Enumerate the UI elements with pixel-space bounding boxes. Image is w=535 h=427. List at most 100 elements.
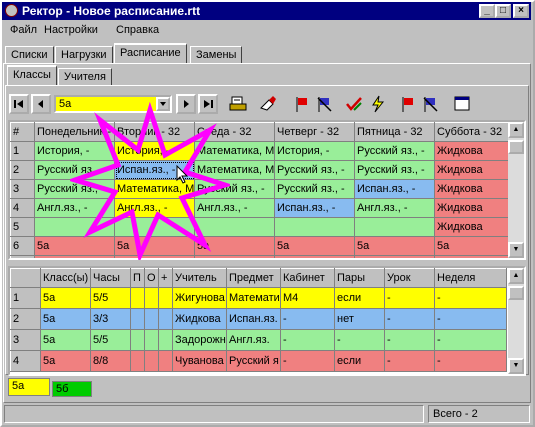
load-header-cell[interactable] (10, 268, 41, 288)
lightning-button[interactable] (368, 94, 388, 114)
menu-file[interactable]: Файл (10, 24, 37, 36)
schedule-cell[interactable]: Жидкова (434, 179, 511, 199)
load-cell[interactable]: 8/8 (90, 350, 131, 372)
load-cell[interactable] (144, 287, 159, 309)
prev-button[interactable] (31, 94, 51, 114)
schedule-scrollbar[interactable]: ▲ ▼ (508, 122, 524, 258)
load-cell[interactable] (144, 350, 159, 372)
load-cell[interactable]: Жидкова (172, 308, 227, 330)
load-row[interactable]: 4 5а 8/8 Чуванова Русский я - если - - (10, 350, 507, 372)
minimize-button[interactable]: _ (479, 4, 495, 18)
load-cell[interactable] (130, 308, 145, 330)
check-button[interactable] (344, 94, 364, 114)
load-cell[interactable]: 5а (40, 329, 91, 351)
load-header-cell[interactable]: Пары (334, 268, 385, 288)
load-header-cell[interactable]: Учитель (172, 268, 227, 288)
load-cell[interactable] (144, 329, 159, 351)
load-cell[interactable]: Испан.яз. (226, 308, 281, 330)
flag-cross2-button[interactable] (420, 94, 440, 114)
load-cell[interactable]: если (334, 350, 385, 372)
load-header-cell[interactable]: + (158, 268, 173, 288)
class-tab-5b[interactable]: 5б (52, 381, 92, 397)
tab-teachers[interactable]: Учителя (58, 68, 112, 85)
load-cell[interactable]: - (434, 308, 507, 330)
schedule-cell[interactable] (354, 217, 435, 237)
schedule-header-cell[interactable]: Четверг - 32 (274, 122, 355, 142)
load-cell[interactable]: - (384, 329, 435, 351)
load-cell[interactable]: Математи (226, 287, 281, 309)
load-row[interactable]: 3 5а 5/5 Задорожн Англ.яз. - - - - (10, 329, 507, 351)
schedule-cell[interactable]: Русский яз., - (354, 141, 435, 161)
window-button[interactable] (452, 94, 472, 114)
close-button[interactable]: × (513, 4, 529, 18)
schedule-header-cell[interactable]: # (10, 122, 35, 142)
load-cell[interactable] (144, 308, 159, 330)
schedule-cell[interactable]: 5а (274, 236, 355, 256)
tab-schedule[interactable]: Расписание (114, 43, 187, 63)
schedule-cell[interactable]: 5а (354, 236, 435, 256)
load-cell[interactable]: Русский я (226, 350, 281, 372)
load-header-cell[interactable]: Кабинет (280, 268, 335, 288)
load-cell[interactable]: 5а (40, 350, 91, 372)
load-header-cell[interactable]: О (144, 268, 159, 288)
maximize-button[interactable]: □ (495, 4, 511, 18)
tab-replacements[interactable]: Замены (190, 46, 243, 63)
load-cell[interactable] (130, 329, 145, 351)
schedule-header-cell[interactable]: Суббота - 32 (434, 122, 511, 142)
load-cell[interactable] (130, 350, 145, 372)
load-cell[interactable]: 5а (40, 308, 91, 330)
load-cell[interactable] (130, 287, 145, 309)
load-cell[interactable]: 3/3 (90, 308, 131, 330)
flag2-button[interactable] (398, 94, 418, 114)
class-tab-5a[interactable]: 5а (8, 378, 50, 396)
tab-classes[interactable]: Классы (7, 65, 57, 85)
tab-lists[interactable]: Списки (5, 46, 54, 63)
menu-settings[interactable]: Настройки (44, 24, 98, 36)
load-cell[interactable] (158, 308, 173, 330)
load-cell[interactable]: Жигунова (172, 287, 227, 309)
schedule-header-cell[interactable]: Пятница - 32 (354, 122, 435, 142)
load-header-cell[interactable]: П (130, 268, 145, 288)
schedule-cell[interactable]: История, - (274, 141, 355, 161)
load-cell[interactable] (158, 287, 173, 309)
schedule-cell[interactable]: 5а (434, 236, 511, 256)
load-cell[interactable]: Задорожн (172, 329, 227, 351)
load-cell[interactable]: - (280, 308, 335, 330)
load-cell[interactable]: нет (334, 308, 385, 330)
load-cell[interactable]: 5/5 (90, 329, 131, 351)
schedule-cell[interactable]: Жидкова (434, 160, 511, 180)
load-scrollbar[interactable]: ▲ ▼ (508, 268, 524, 374)
schedule-cell[interactable]: 5а (354, 255, 435, 258)
load-cell[interactable]: - (434, 287, 507, 309)
schedule-cell[interactable]: Русский яз., - (274, 179, 355, 199)
tab-loads[interactable]: Нагрузки (55, 46, 113, 63)
load-header-cell[interactable]: Предмет (226, 268, 281, 288)
load-cell[interactable]: - (280, 329, 335, 351)
schedule-cell[interactable]: Русский яз., - (354, 160, 435, 180)
schedule-cell[interactable]: Жидкова (434, 217, 511, 237)
load-cell[interactable]: если (334, 287, 385, 309)
load-cell[interactable]: 5а (40, 287, 91, 309)
load-cell[interactable]: 5/5 (90, 287, 131, 309)
load-cell[interactable]: Чуванова (172, 350, 227, 372)
load-cell[interactable]: - (384, 350, 435, 372)
schedule-cell[interactable]: Англ.яз., - (354, 198, 435, 218)
flag-button[interactable] (292, 94, 312, 114)
schedule-cell[interactable]: Испан.яз., - (354, 179, 435, 199)
print-button[interactable] (228, 94, 248, 114)
load-cell[interactable]: - (434, 350, 507, 372)
load-header-cell[interactable]: Класс(ы) (40, 268, 91, 288)
flag-cross-button[interactable] (314, 94, 334, 114)
load-cell[interactable]: - (384, 287, 435, 309)
load-header-cell[interactable]: Часы (90, 268, 131, 288)
schedule-cell[interactable]: 5а (434, 255, 511, 258)
load-cell[interactable] (158, 329, 173, 351)
load-cell[interactable]: - (434, 329, 507, 351)
load-cell[interactable]: - (334, 329, 385, 351)
load-cell[interactable]: - (280, 350, 335, 372)
menu-help[interactable]: Справка (116, 24, 159, 36)
clear-button[interactable] (258, 94, 278, 114)
schedule-cell[interactable]: Жидкова (434, 198, 511, 218)
first-button[interactable] (9, 94, 29, 114)
load-row[interactable]: 1 5а 5/5 Жигунова Математи М4 если - - (10, 287, 507, 309)
